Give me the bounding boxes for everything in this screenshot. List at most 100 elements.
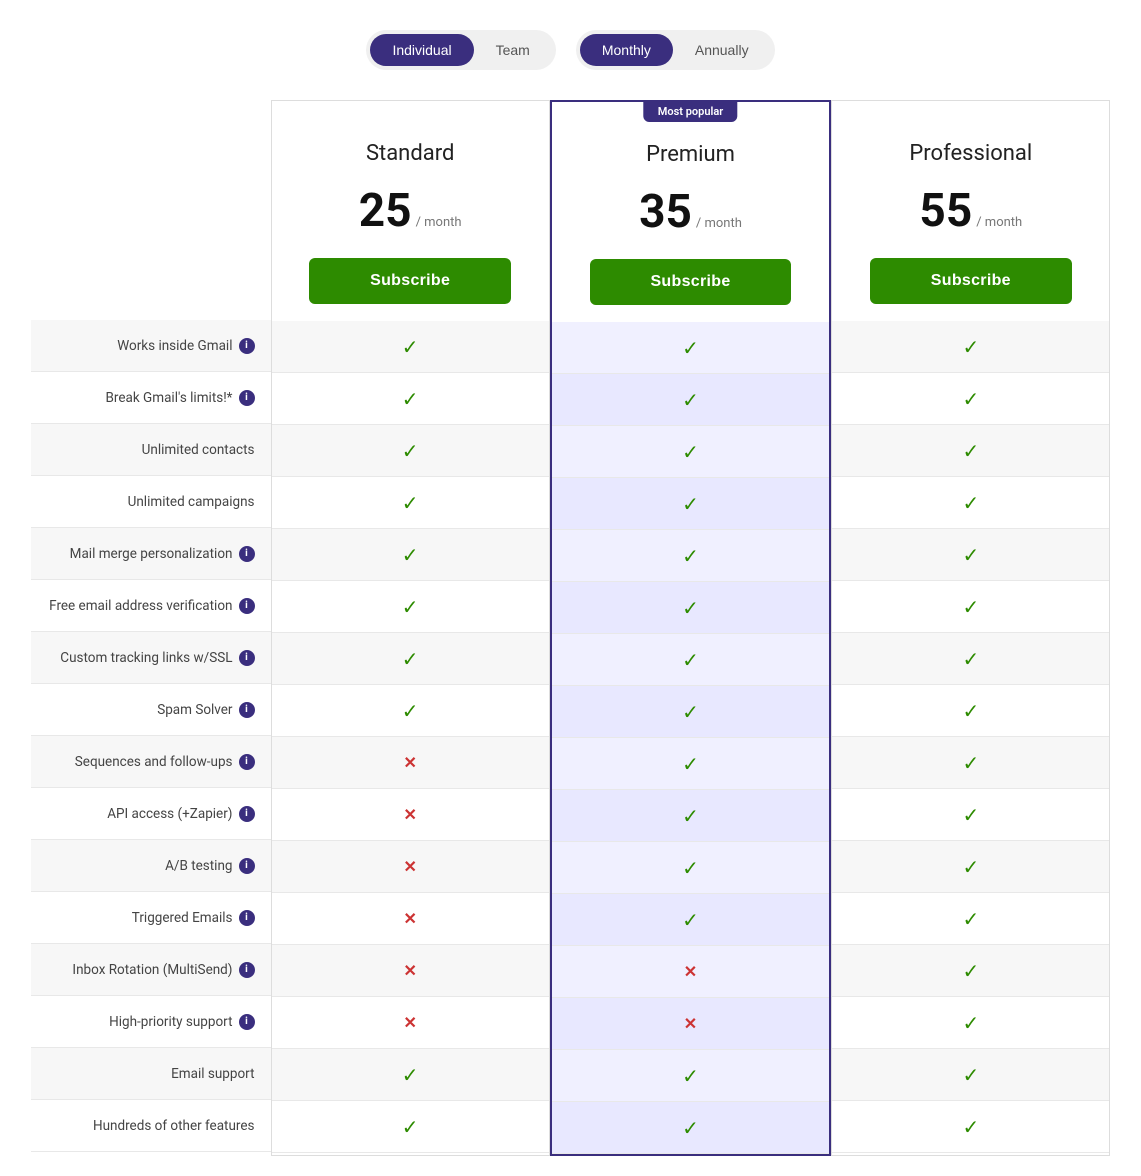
- check-icon: ✓: [682, 544, 699, 568]
- info-icon[interactable]: i: [239, 598, 255, 614]
- premium-feature-cell-1: ✓: [552, 374, 829, 426]
- professional-feature-cell-13: ✓: [832, 997, 1109, 1049]
- standard-feature-cell-1: ✓: [272, 373, 549, 425]
- premium-feature-cell-13: ✕: [552, 998, 829, 1050]
- standard-subscribe-button[interactable]: Subscribe: [309, 258, 511, 304]
- audience-toggle-group: Individual Team: [366, 30, 555, 70]
- cross-icon: ✕: [403, 805, 416, 824]
- cross-icon: ✕: [684, 962, 697, 981]
- standard-feature-cell-7: ✓: [272, 685, 549, 737]
- feature-row: Email support: [31, 1048, 271, 1100]
- feature-row: Hundreds of other features: [31, 1100, 271, 1152]
- professional-feature-cell-0: ✓: [832, 321, 1109, 373]
- feature-row: A/B testing i: [31, 840, 271, 892]
- feature-label: API access (+Zapier): [107, 806, 232, 822]
- cross-icon: ✕: [403, 753, 416, 772]
- info-icon[interactable]: i: [239, 962, 255, 978]
- check-icon: ✓: [962, 387, 979, 411]
- standard-feature-cell-6: ✓: [272, 633, 549, 685]
- feature-label: Works inside Gmail: [117, 338, 232, 354]
- premium-feature-cell-8: ✓: [552, 738, 829, 790]
- check-icon: ✓: [962, 1063, 979, 1087]
- premium-subscribe-button[interactable]: Subscribe: [590, 259, 792, 305]
- check-icon: ✓: [402, 647, 419, 671]
- info-icon[interactable]: i: [239, 546, 255, 562]
- info-icon[interactable]: i: [239, 650, 255, 666]
- premium-feature-cell-10: ✓: [552, 842, 829, 894]
- individual-toggle[interactable]: Individual: [370, 34, 473, 66]
- professional-subscribe-button[interactable]: Subscribe: [870, 258, 1072, 304]
- professional-price: 55: [919, 184, 972, 238]
- feature-row: Free email address verification i: [31, 580, 271, 632]
- premium-feature-cell-11: ✓: [552, 894, 829, 946]
- feature-labels-column: Works inside Gmail i Break Gmail's limits!…: [31, 100, 271, 1156]
- professional-feature-cell-12: ✓: [832, 945, 1109, 997]
- professional-feature-cell-10: ✓: [832, 841, 1109, 893]
- info-icon[interactable]: i: [239, 702, 255, 718]
- check-icon: ✓: [402, 335, 419, 359]
- feature-label: High-priority support: [109, 1014, 232, 1030]
- premium-feature-cell-6: ✓: [552, 634, 829, 686]
- standard-feature-cell-13: ✕: [272, 997, 549, 1049]
- check-icon: ✓: [402, 699, 419, 723]
- info-icon[interactable]: i: [239, 1014, 255, 1030]
- standard-feature-cell-4: ✓: [272, 529, 549, 581]
- premium-feature-cell-9: ✓: [552, 790, 829, 842]
- check-icon: ✓: [682, 752, 699, 776]
- feature-label: Email support: [171, 1066, 254, 1082]
- annually-toggle[interactable]: Annually: [673, 34, 771, 66]
- check-icon: ✓: [402, 387, 419, 411]
- check-icon: ✓: [682, 440, 699, 464]
- standard-feature-cell-10: ✕: [272, 841, 549, 893]
- feature-label: Free email address verification: [49, 598, 232, 614]
- check-icon: ✓: [962, 855, 979, 879]
- monthly-toggle[interactable]: Monthly: [580, 34, 673, 66]
- feature-row: API access (+Zapier) i: [31, 788, 271, 840]
- feature-label: Custom tracking links w/SSL: [60, 650, 232, 666]
- feature-label: A/B testing: [165, 858, 232, 874]
- check-icon: ✓: [962, 803, 979, 827]
- check-icon: ✓: [682, 1064, 699, 1088]
- check-icon: ✓: [402, 491, 419, 515]
- billing-toggle-group: Monthly Annually: [576, 30, 775, 70]
- check-icon: ✓: [682, 596, 699, 620]
- info-icon[interactable]: i: [239, 858, 255, 874]
- info-icon[interactable]: i: [239, 338, 255, 354]
- info-icon[interactable]: i: [239, 754, 255, 770]
- toggle-section: Individual Team Monthly Annually: [20, 20, 1121, 70]
- feature-row: Custom tracking links w/SSL i: [31, 632, 271, 684]
- professional-feature-cell-8: ✓: [832, 737, 1109, 789]
- feature-label: Break Gmail's limits!*: [105, 390, 232, 406]
- standard-feature-cell-8: ✕: [272, 737, 549, 789]
- professional-feature-cell-7: ✓: [832, 685, 1109, 737]
- standard-feature-cell-11: ✕: [272, 893, 549, 945]
- feature-row: Mail merge personalizationi: [31, 528, 271, 580]
- cross-icon: ✕: [684, 1014, 697, 1033]
- feature-row: High-priority support i: [31, 996, 271, 1048]
- professional-feature-cell-9: ✓: [832, 789, 1109, 841]
- standard-period: / month: [416, 215, 462, 230]
- check-icon: ✓: [682, 648, 699, 672]
- check-icon: ✓: [962, 1115, 979, 1139]
- premium-period: / month: [696, 216, 742, 231]
- premium-feature-cell-7: ✓: [552, 686, 829, 738]
- professional-feature-cell-3: ✓: [832, 477, 1109, 529]
- feature-label: Unlimited contacts: [142, 442, 255, 458]
- premium-feature-cell-12: ✕: [552, 946, 829, 998]
- info-icon[interactable]: i: [239, 390, 255, 406]
- info-icon[interactable]: i: [239, 806, 255, 822]
- cross-icon: ✕: [403, 857, 416, 876]
- premium-feature-cell-5: ✓: [552, 582, 829, 634]
- premium-plan-header: Premium 35 / month Subscribe: [552, 102, 829, 322]
- check-icon: ✓: [962, 543, 979, 567]
- check-icon: ✓: [962, 335, 979, 359]
- info-icon[interactable]: i: [239, 910, 255, 926]
- professional-feature-cell-4: ✓: [832, 529, 1109, 581]
- standard-feature-cell-15: ✓: [272, 1101, 549, 1153]
- team-toggle[interactable]: Team: [474, 34, 552, 66]
- check-icon: ✓: [682, 336, 699, 360]
- check-icon: ✓: [962, 1011, 979, 1035]
- check-icon: ✓: [962, 647, 979, 671]
- check-icon: ✓: [962, 751, 979, 775]
- professional-feature-cell-14: ✓: [832, 1049, 1109, 1101]
